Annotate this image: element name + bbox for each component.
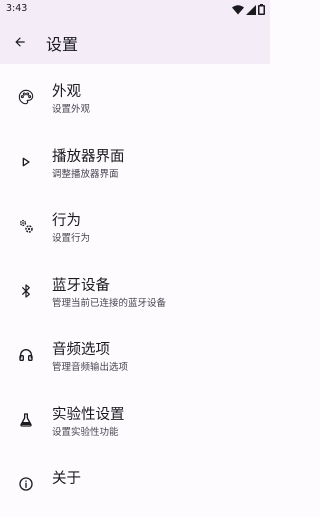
settings-item-title: 外观 (52, 84, 81, 100)
settings-item-audio[interactable]: 音频选项 管理音频输出选项 (0, 323, 270, 388)
settings-item-subtitle: 设置实验性功能 (52, 426, 119, 438)
arrow-back-icon (15, 37, 25, 47)
settings-item-player-ui[interactable]: 播放器界面 调整播放器界面 (0, 130, 270, 195)
info-icon (19, 477, 33, 491)
settings-item-title: 播放器界面 (52, 148, 125, 165)
flask-icon (20, 412, 32, 427)
settings-item-subtitle: 设置行为 (52, 233, 91, 244)
settings-item-subtitle: 调整播放器界面 (52, 168, 119, 180)
status-icons (232, 4, 265, 15)
bluetooth-icon (22, 283, 30, 298)
settings-item-about[interactable]: 关于 (0, 452, 270, 517)
settings-item-experimental[interactable]: 实验性设置 设置实验性功能 (0, 388, 270, 453)
page-title: 设置 (46, 35, 79, 54)
headphones-icon (19, 349, 33, 361)
settings-item-title: 音频选项 (52, 342, 110, 358)
palette-icon (18, 89, 34, 105)
settings-list: 外观 设置外观 播放器界面 调整播放器界面 行为 设置行为 蓝牙设备 管理当前已… (0, 65, 270, 517)
wifi-icon (232, 4, 244, 14)
settings-item-subtitle: 管理当前已连接的蓝牙设备 (52, 297, 167, 309)
settings-item-title: 蓝牙设备 (52, 277, 110, 294)
top-app-bar: 设置 (0, 20, 270, 64)
play-icon (22, 157, 30, 166)
settings-gears-icon (19, 219, 33, 233)
battery-icon (258, 4, 265, 15)
settings-item-bluetooth[interactable]: 蓝牙设备 管理当前已连接的蓝牙设备 (0, 259, 270, 324)
settings-item-appearance[interactable]: 外观 设置外观 (0, 65, 270, 130)
signal-icon (246, 4, 256, 15)
settings-item-title: 实验性设置 (52, 406, 125, 423)
settings-item-title: 行为 (52, 213, 81, 229)
settings-item-subtitle: 设置外观 (52, 104, 91, 115)
settings-item-behavior[interactable]: 行为 设置行为 (0, 194, 270, 259)
settings-item-subtitle: 管理音频输出选项 (52, 362, 129, 373)
settings-item-title: 关于 (52, 471, 81, 487)
status-bar: 3:43 (0, 0, 270, 20)
back-button[interactable] (6, 28, 34, 56)
status-time: 3:43 (6, 3, 28, 14)
